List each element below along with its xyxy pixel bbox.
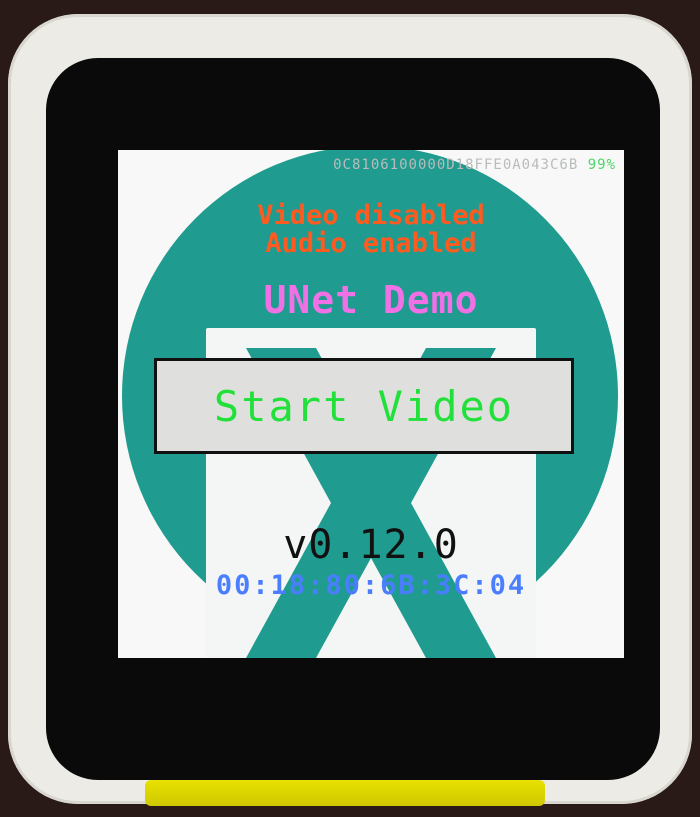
battery-level: 99% (587, 157, 616, 173)
device-id-bar: 0C8106100000D18FFE0A043C6B 99% (333, 157, 616, 173)
device-id-text: 0C8106100000D18FFE0A043C6B (333, 157, 579, 173)
video-status: Video disabled (257, 200, 485, 231)
app-title: UNet Demo (263, 278, 479, 322)
version-label: v0.12.0 (283, 522, 459, 568)
device-screen: 0C8106100000D18FFE0A043C6B 99% Video dis… (118, 150, 624, 658)
start-video-button[interactable]: Start Video (154, 358, 574, 454)
audio-status: Audio enabled (265, 228, 477, 259)
mac-address: 00:18:80:6B:3C:04 (215, 570, 527, 601)
start-video-label: Start Video (213, 381, 515, 431)
yellow-edge-strip (145, 780, 545, 806)
